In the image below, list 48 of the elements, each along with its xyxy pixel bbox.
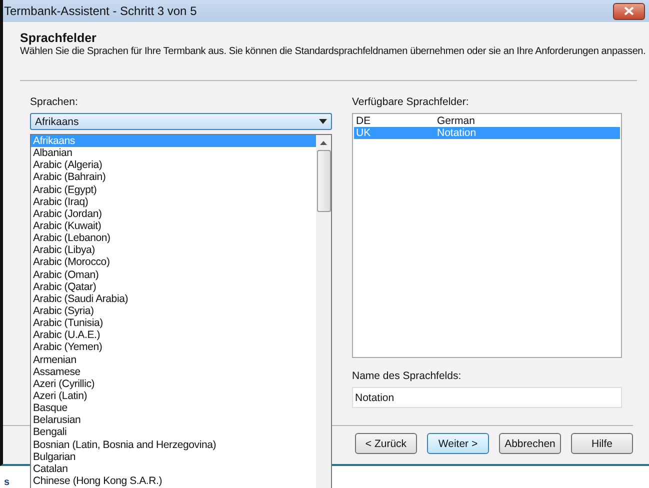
language-option[interactable]: Catalan [31,462,316,475]
language-option[interactable]: Armenian [31,354,316,366]
language-option[interactable]: Arabic (Libya) [31,244,316,256]
language-option[interactable]: Azeri (Cyrillic) [31,378,316,390]
scrollbar[interactable] [316,135,331,488]
dialog-button[interactable]: Abbrechen [499,433,561,454]
language-option[interactable]: Arabic (Kuwait) [31,220,316,232]
dialog-button[interactable]: Hilfe [571,433,633,454]
fields-label: Verfügbare Sprachfelder: [352,96,470,110]
field-row[interactable]: DE German [354,114,620,127]
language-option[interactable]: Bulgarian [31,450,316,463]
language-option[interactable]: Arabic (Bahrain) [31,171,316,184]
language-option[interactable]: Arabic (Algeria) [31,159,316,172]
page-title: Sprachfelder [20,31,98,45]
languages-label: Sprachen: [30,96,79,110]
language-option[interactable]: Basque [31,402,316,414]
language-option[interactable]: Arabic (Qatar) [31,280,316,293]
dialog-button[interactable]: < Zurück [355,433,417,454]
dialog-button[interactable]: Weiter > [427,433,489,454]
language-option[interactable]: Arabic (Oman) [31,268,316,281]
caret-icon [319,119,327,124]
language-option[interactable]: Belarusian [31,414,316,426]
language-option[interactable]: Arabic (Syria) [31,304,316,318]
scroll-up-icon [320,141,327,145]
language-option[interactable]: Bosnian (Latin, Bosnia and Herzegovina) [31,438,316,451]
language-option[interactable]: Azeri (Latin) [31,390,316,402]
language-option[interactable]: Arabic (Iraq) [31,196,316,208]
language-option[interactable]: Arabic (Morocco) [31,256,316,269]
language-option[interactable]: Arabic (Lebanon) [31,232,316,244]
language-option[interactable]: Bengali [31,426,316,439]
language-dropdown[interactable]: Afrikaans [30,113,332,130]
language-option[interactable]: Arabic (Egypt) [31,184,316,196]
scrollbar-thumb[interactable] [316,150,330,212]
page-description: Wählen Sie die Sprachen für Ihre Termbank aus. Sie können die Standardsprachfeldnamen übernehmen oder sie an Ihre Anforderungen anpassen. [20,46,647,57]
language-option[interactable]: Arabic (Saudi Arabia) [31,292,316,305]
language-option[interactable]: Assamese [31,366,316,378]
language-option[interactable]: Albanian [31,147,316,160]
field-name-label: Name des Sprachfelds: [352,370,462,384]
language-option[interactable]: Chinese (Hong Kong S.A.R.) [31,474,316,488]
language-option[interactable]: Arabic (U.A.E.) [31,329,316,342]
language-option[interactable]: Arabic (Tunisia) [31,317,316,330]
close-icon [624,7,634,15]
background-text: s [4,477,10,488]
language-option[interactable]: Arabic (Yemen) [31,341,316,354]
window-title: Termbank-Assistent - Schritt 3 von 5 [4,4,197,18]
field-name-input[interactable]: Notation [352,387,622,408]
close-button[interactable] [613,2,645,20]
language-option[interactable]: Arabic (Jordan) [31,208,316,220]
